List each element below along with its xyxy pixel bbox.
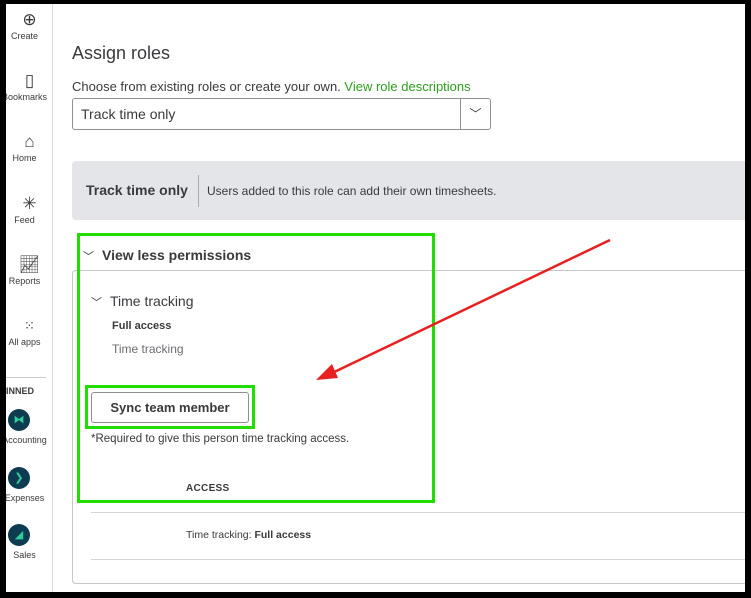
red-arrow-annotation <box>316 238 611 380</box>
arrow-line <box>327 238 611 377</box>
arrow-head <box>316 364 338 380</box>
